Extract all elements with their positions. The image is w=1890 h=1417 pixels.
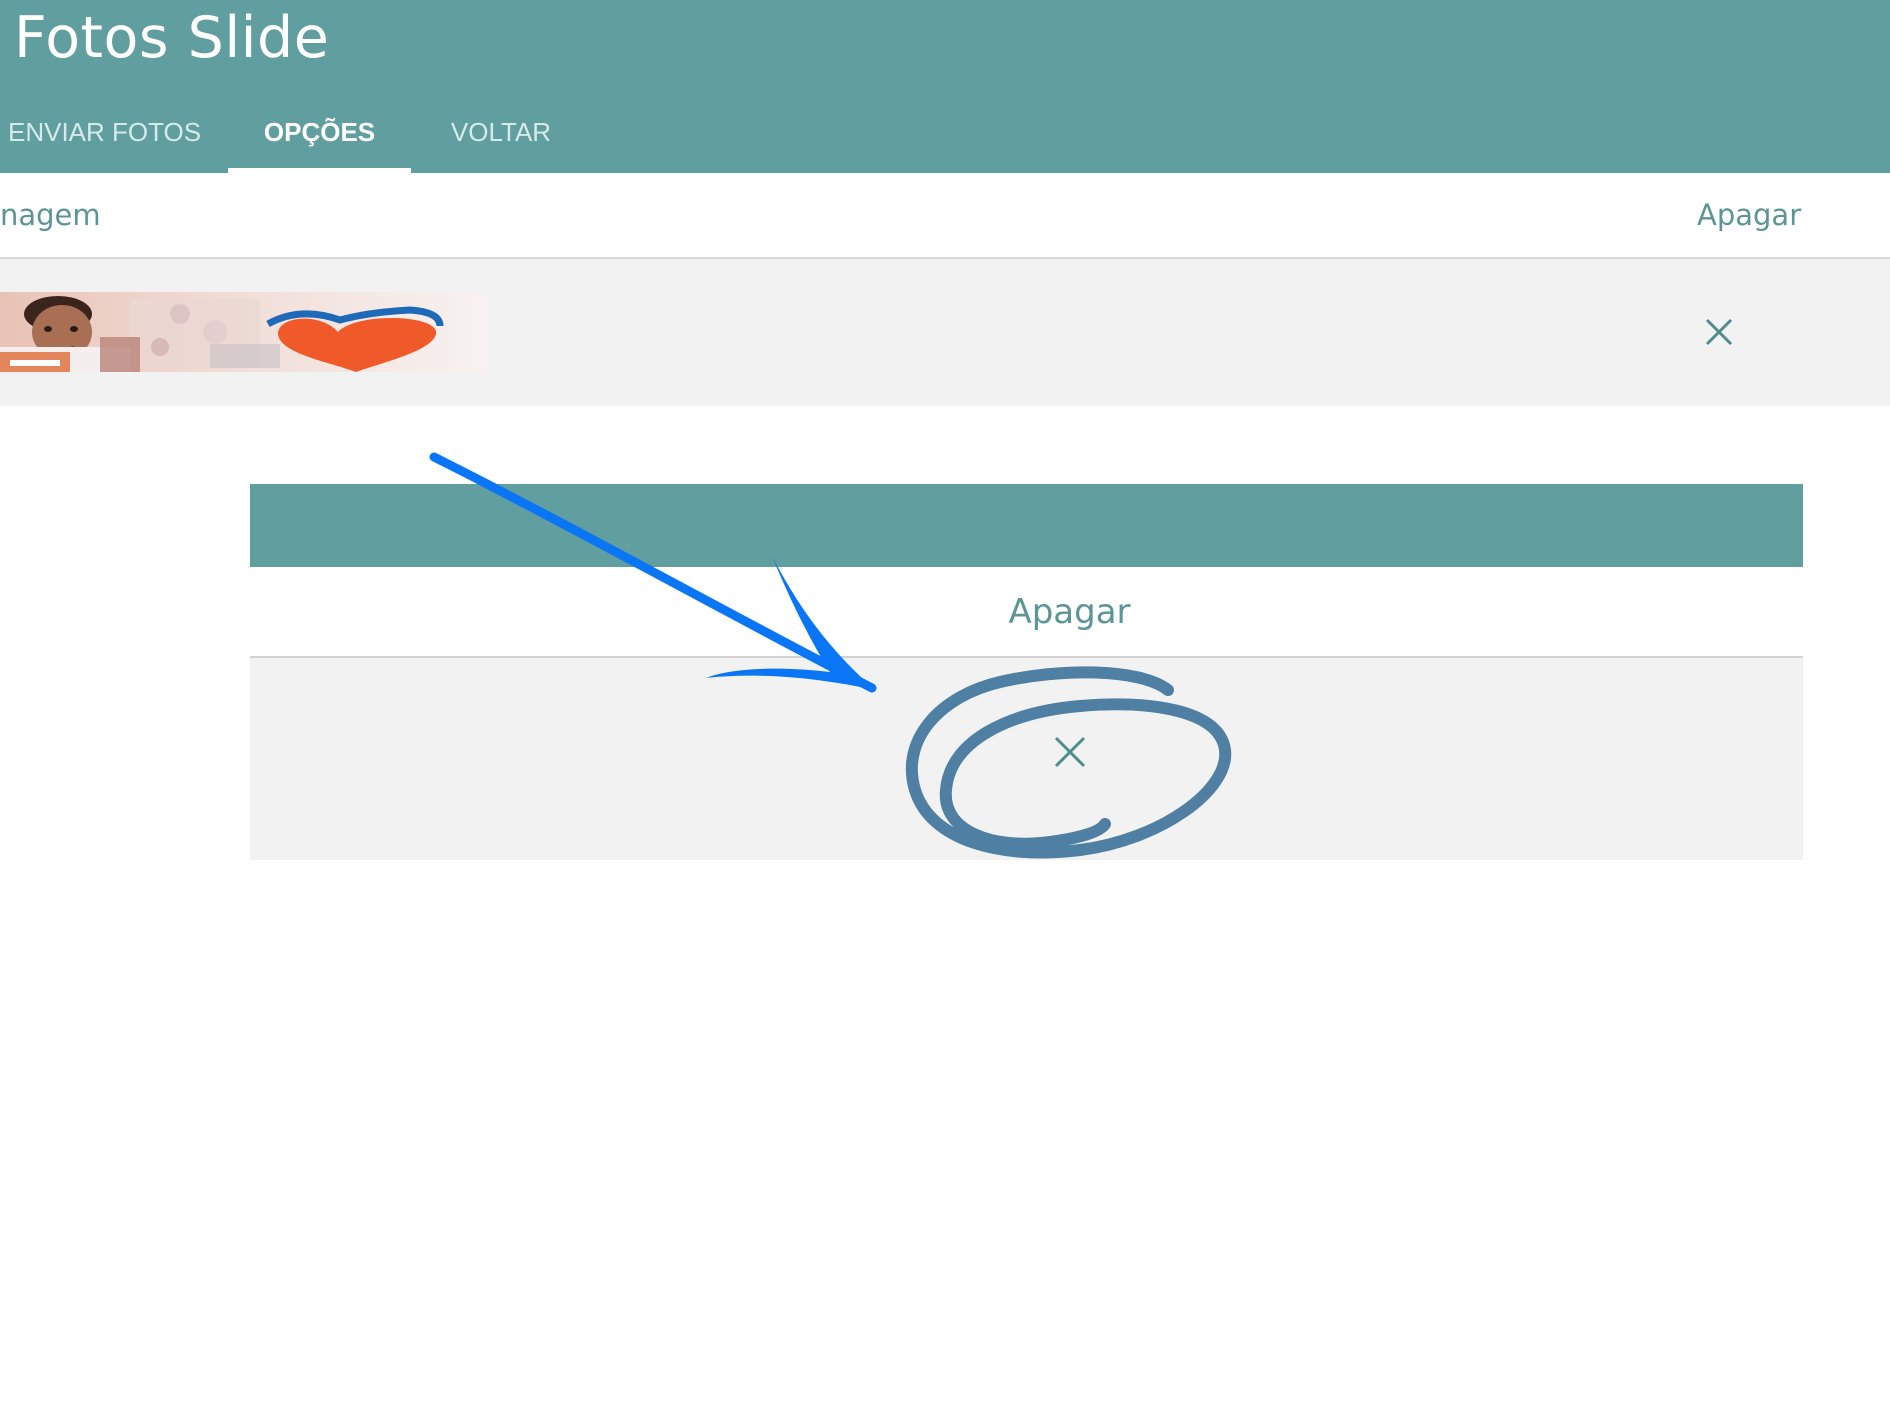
close-icon-graphic (1705, 318, 1733, 346)
photo-thumbnail (0, 292, 488, 372)
zoom-column-header: Apagar (250, 567, 1803, 658)
column-header-image: nagem (0, 198, 101, 232)
zoom-delete-label: Apagar (1008, 592, 1131, 632)
zoom-callout: Apagar (250, 484, 1803, 860)
page: Fotos Slide ENVIAR FOTOS OPÇÕES VOLTAR n… (0, 0, 1890, 1417)
app-header: Fotos Slide ENVIAR FOTOS OPÇÕES VOLTAR (0, 0, 1890, 173)
zoom-close-icon[interactable] (1054, 736, 1086, 768)
close-icon[interactable] (1705, 318, 1733, 346)
table-header: nagem Apagar (0, 173, 1890, 259)
zoom-header-bar (250, 484, 1803, 567)
page-title: Fotos Slide (14, 5, 330, 71)
tab-opcoes[interactable]: OPÇÕES (228, 108, 411, 168)
table-row (0, 259, 1890, 406)
zoom-close-icon-graphic (1054, 736, 1086, 768)
photo-thumbnail-image (0, 292, 488, 372)
zoom-row (250, 658, 1803, 860)
tab-enviar-fotos[interactable]: ENVIAR FOTOS (8, 108, 201, 168)
column-header-delete: Apagar (1697, 198, 1802, 232)
tab-voltar[interactable]: VOLTAR (448, 108, 554, 168)
